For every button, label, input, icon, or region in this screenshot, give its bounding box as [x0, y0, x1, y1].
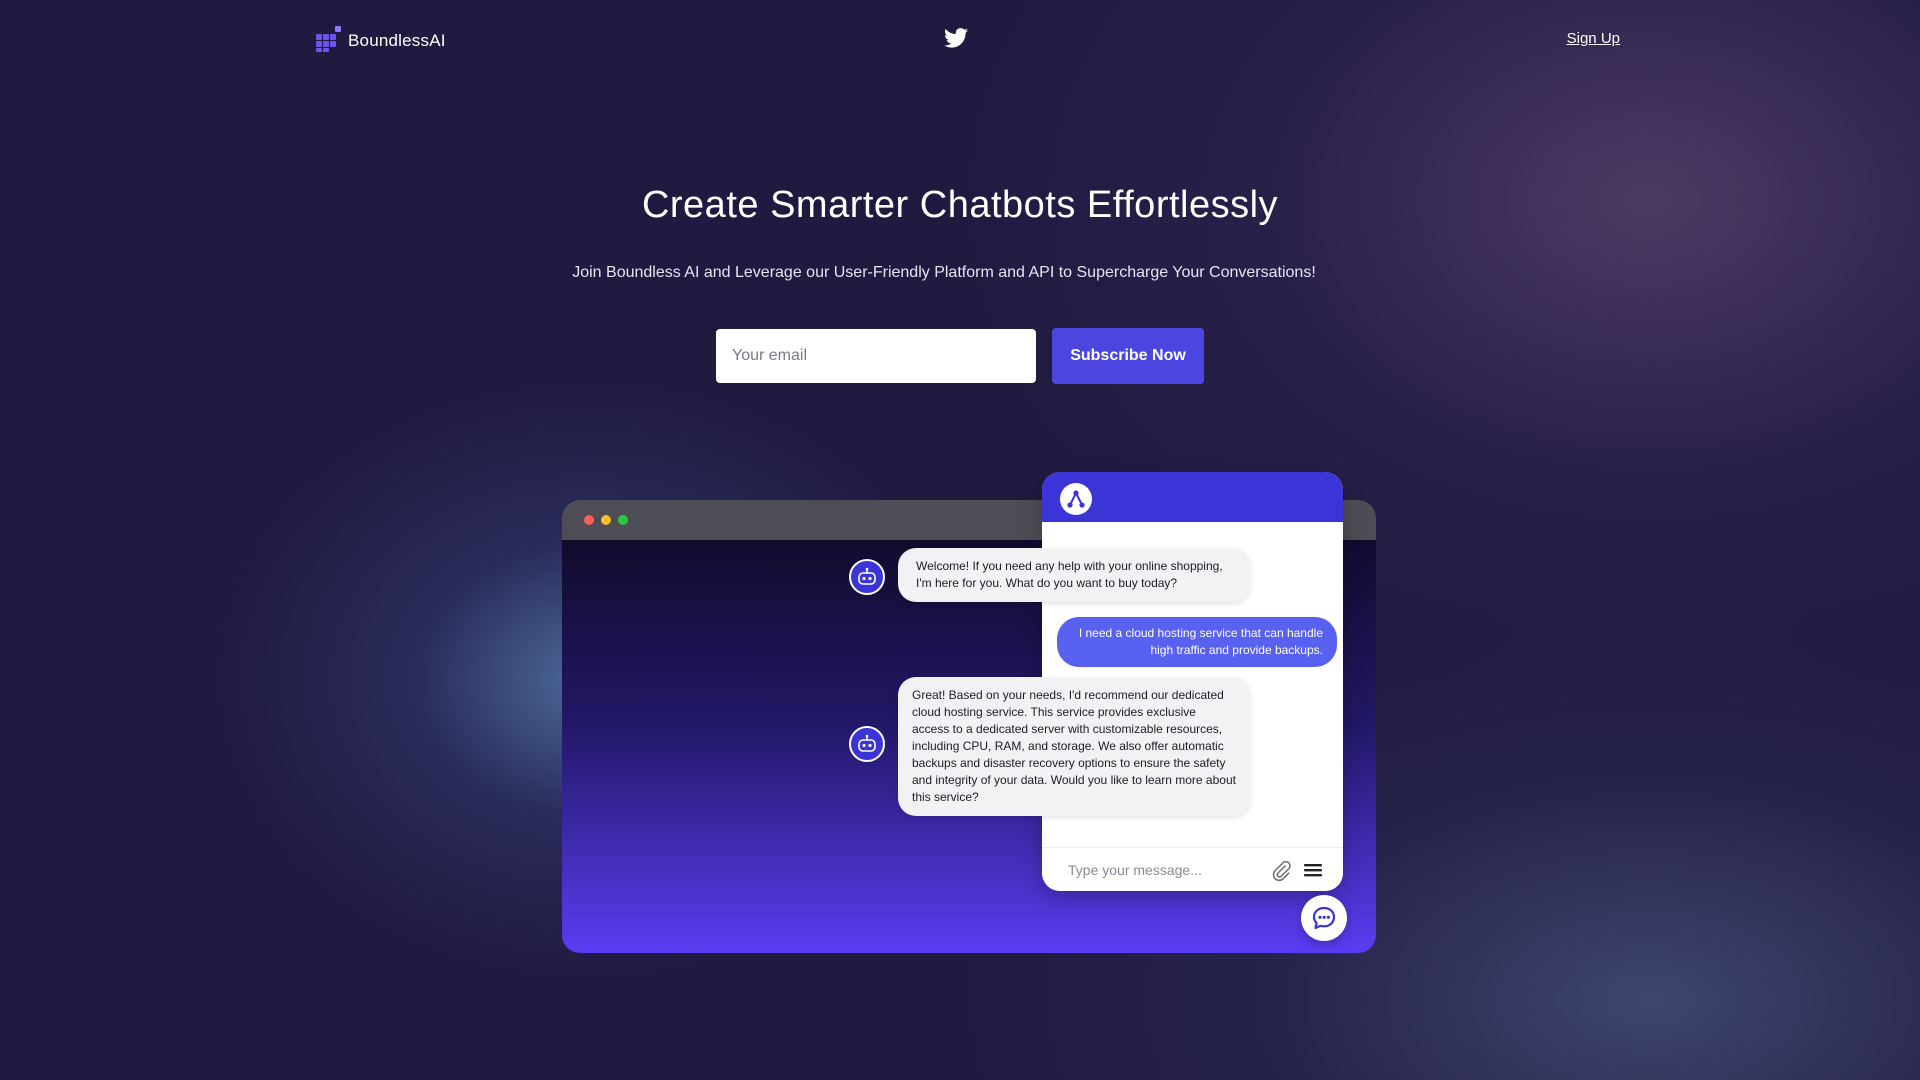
bot-message: Great! Based on your needs, I'd recommen…	[898, 677, 1250, 816]
brand-logo[interactable]: BoundlessAI	[316, 26, 446, 52]
user-message: I need a cloud hosting service that can …	[1057, 617, 1337, 667]
window-close-dot	[584, 515, 594, 525]
bot-message: Welcome! If you need any help with your …	[898, 548, 1250, 602]
subscribe-button[interactable]: Subscribe Now	[1052, 328, 1204, 384]
chat-bubble-icon	[1312, 906, 1336, 930]
widget-logo	[1060, 483, 1092, 515]
bot-avatar	[849, 559, 885, 595]
twitter-icon[interactable]	[944, 28, 968, 48]
menu-icon[interactable]	[1303, 862, 1323, 878]
paperclip-icon[interactable]	[1270, 860, 1292, 882]
bot-avatar	[849, 726, 885, 762]
brand-name: BoundlessAI	[348, 31, 446, 50]
window-minimize-dot	[601, 515, 611, 525]
chat-widget-header	[1042, 472, 1343, 522]
share-nodes-icon	[1067, 490, 1085, 508]
chat-input-bar	[1042, 847, 1343, 891]
hero-title: Create Smarter Chatbots Effortlessly	[641, 184, 1279, 226]
robot-icon	[858, 567, 876, 585]
sign-up-link[interactable]: Sign Up	[1567, 30, 1620, 47]
hero-subtitle: Join Boundless AI and Leverage our User-…	[572, 264, 1316, 281]
window-maximize-dot	[618, 515, 628, 525]
boundless-logo-icon	[316, 26, 342, 52]
email-input[interactable]	[716, 329, 1036, 383]
robot-icon	[858, 734, 876, 752]
message-input[interactable]	[1056, 854, 1256, 886]
chat-launcher-button[interactable]	[1301, 895, 1347, 941]
